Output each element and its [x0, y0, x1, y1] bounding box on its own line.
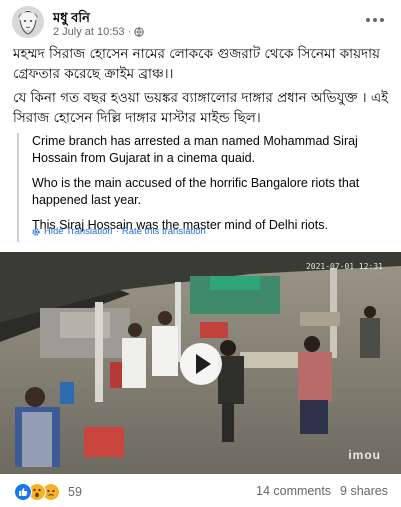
post-header: মধু বনি 2 July at 10:53 · — [0, 0, 401, 44]
translation-line: Crime branch has arrested a man named Mo… — [32, 134, 358, 165]
avatar[interactable] — [12, 6, 44, 38]
hide-translation-link[interactable]: Hide Translation — [44, 226, 113, 237]
reaction-count: 59 — [68, 485, 82, 499]
more-options-icon[interactable] — [363, 12, 387, 28]
separator: · — [115, 226, 119, 237]
translation-links: Hide Translation · Rate this translation — [31, 226, 206, 237]
post-line: যে কিনা গত বছর হওয়া ভয়ঙ্কর ব্যাঙ্গালোর… — [13, 90, 389, 126]
comments-count[interactable]: 14 comments — [256, 484, 331, 498]
translation-line: Who is the main accused of the horrific … — [32, 176, 360, 207]
post-meta: 2 July at 10:53 · — [53, 26, 144, 38]
globe-icon — [134, 27, 144, 37]
post-time[interactable]: 2 July at 10:53 — [53, 26, 125, 38]
video-watermark: imou — [348, 448, 381, 462]
post-stats: 14 comments 9 shares — [256, 484, 388, 498]
post-line: মহম্মদ সিরাজ হোসেন নামের লোককে গুজরাট থে… — [13, 46, 380, 82]
video-timestamp: 2021-07-01 12:31 — [305, 262, 383, 271]
post-footer: 59 14 comments 9 shares — [0, 474, 401, 507]
like-icon — [14, 483, 32, 501]
gear-icon — [32, 227, 40, 236]
post-text: মহম্মদ সিরাজ হোসেন নামের লোককে গুজরাট থে… — [13, 44, 393, 132]
play-button[interactable] — [180, 343, 222, 385]
reactions-summary[interactable]: 59 — [14, 483, 82, 501]
video-player[interactable]: 2021-07-01 12:31 imou — [0, 252, 401, 474]
shares-count[interactable]: 9 shares — [340, 484, 388, 498]
rate-translation-link[interactable]: Rate this translation — [122, 226, 206, 237]
